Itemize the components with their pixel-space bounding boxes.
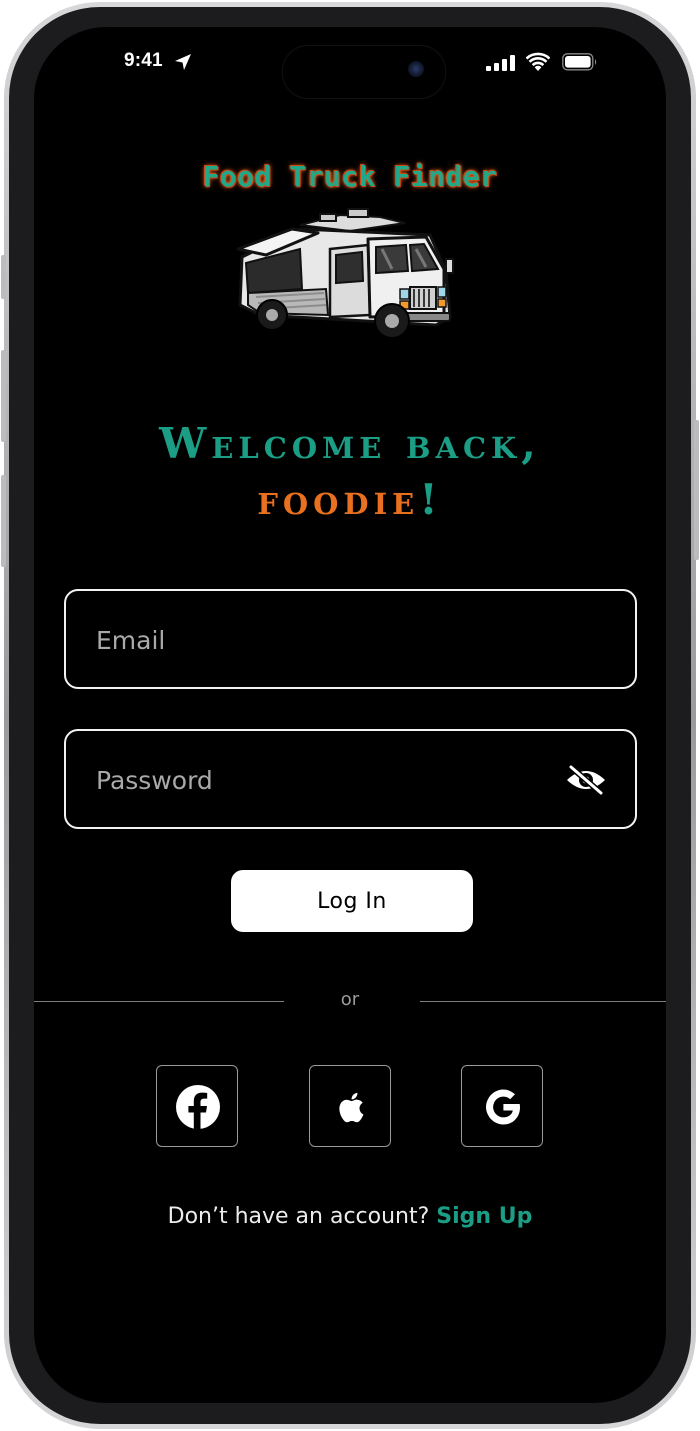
battery-icon (562, 53, 597, 71)
status-time: 9:41 (124, 50, 163, 71)
password-input[interactable] (94, 731, 538, 829)
eye-slash-icon[interactable] (565, 764, 607, 796)
welcome-heading-line2: foodie! (34, 475, 666, 524)
food-truck-logo-image (236, 208, 454, 339)
email-input[interactable] (94, 591, 538, 689)
password-field-box[interactable] (64, 729, 637, 829)
volume-down-button (1, 475, 6, 567)
volume-up-button (1, 350, 6, 442)
signup-question: Don’t have an account? (167, 1204, 430, 1229)
power-button (694, 420, 699, 560)
apple-login-button[interactable] (309, 1065, 391, 1147)
welcome-exclamation: ! (419, 475, 443, 524)
divider-or-label: or (340, 989, 360, 1010)
action-button (1, 255, 6, 299)
facebook-login-button[interactable] (156, 1065, 238, 1147)
login-button[interactable]: Log In (231, 870, 473, 932)
signup-link[interactable]: Sign Up (436, 1204, 532, 1229)
divider-left (34, 1001, 284, 1002)
app-logo-title: Food Truck Finder (202, 160, 498, 193)
google-icon (486, 1089, 520, 1125)
location-arrow-icon (175, 54, 191, 70)
welcome-heading-line1: Welcome back, (159, 419, 541, 468)
welcome-word-foodie: foodie (257, 475, 420, 524)
google-login-button[interactable] (461, 1065, 543, 1147)
email-field-box[interactable] (64, 589, 637, 689)
divider-right (420, 1001, 666, 1002)
cellular-signal-icon (486, 55, 515, 71)
wifi-icon (526, 52, 550, 71)
facebook-icon (176, 1085, 220, 1129)
apple-icon (339, 1092, 364, 1123)
signup-prompt: Don’t have an account? Sign Up (34, 1204, 666, 1229)
front-camera (408, 61, 424, 77)
screen: 9:41 Food Truck Finder Welcome back, foo… (34, 27, 666, 1403)
